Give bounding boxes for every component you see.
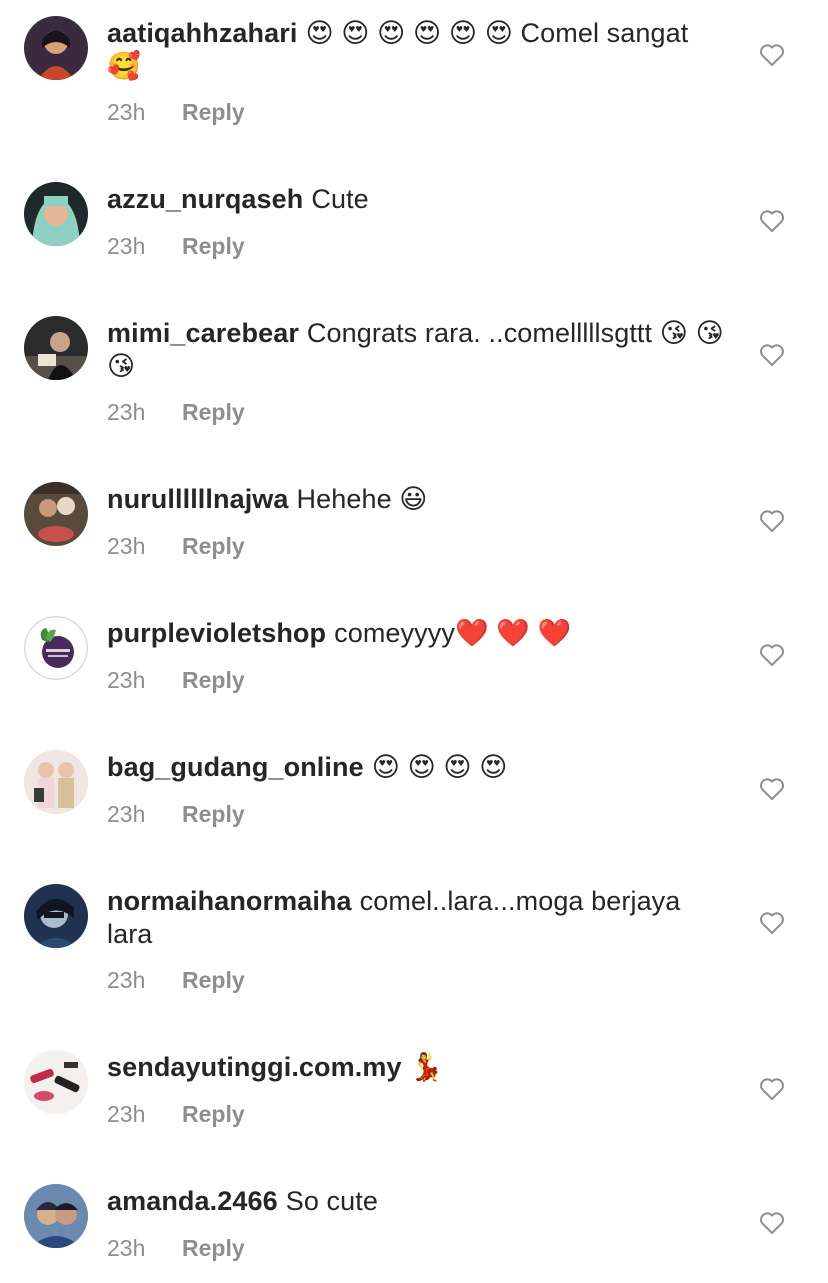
comment-text: comeyyyy❤️ ❤️ ❤️ xyxy=(334,618,572,648)
avatar[interactable] xyxy=(24,616,88,680)
comment-text: 💃 xyxy=(409,1052,444,1082)
comment-body: purplevioletshop comeyyyy❤️ ❤️ ❤️ xyxy=(107,617,727,650)
avatar[interactable] xyxy=(24,884,88,948)
avatar[interactable] xyxy=(24,1050,88,1114)
comment-meta: 23h Reply xyxy=(107,232,245,260)
comment-body: sendayutinggi.com.my 💃 xyxy=(107,1051,727,1084)
comment-meta: 23h Reply xyxy=(107,98,245,126)
comment-username[interactable]: aatiqahhzahari xyxy=(107,18,297,48)
reply-button[interactable]: Reply xyxy=(182,1101,245,1127)
comment-timestamp: 23h xyxy=(107,99,146,125)
comment-text: Cute xyxy=(311,184,369,214)
avatar[interactable] xyxy=(24,482,88,546)
reply-button[interactable]: Reply xyxy=(182,1235,245,1261)
comment-username[interactable]: nurullllllnajwa xyxy=(107,484,289,514)
comment-body: normaihanormaiha comel..lara...moga berja… xyxy=(107,885,727,951)
reply-button[interactable]: Reply xyxy=(182,801,245,827)
comment-body: azzu_nurqaseh Cute xyxy=(107,183,727,216)
reply-button[interactable]: Reply xyxy=(182,99,245,125)
reply-button[interactable]: Reply xyxy=(182,233,245,259)
heart-outline-icon[interactable] xyxy=(759,343,785,367)
heart-outline-icon[interactable] xyxy=(759,209,785,233)
comment-timestamp: 23h xyxy=(107,801,146,827)
comment-username[interactable]: azzu_nurqaseh xyxy=(107,184,303,214)
comment-username[interactable]: normaihanormaiha xyxy=(107,886,352,916)
comment-text: 😍 😍 😍 😍 xyxy=(371,752,508,782)
comment-username[interactable]: sendayutinggi.com.my xyxy=(107,1052,402,1082)
comment-timestamp: 23h xyxy=(107,233,146,259)
heart-outline-icon[interactable] xyxy=(759,1211,785,1235)
comment-body: mimi_carebear Congrats rara. ..comellllls… xyxy=(107,317,727,383)
comment-username[interactable]: mimi_carebear xyxy=(107,318,299,348)
reply-button[interactable]: Reply xyxy=(182,667,245,693)
heart-outline-icon[interactable] xyxy=(759,43,785,67)
comment-meta: 23h Reply xyxy=(107,1234,245,1262)
comment-meta: 23h Reply xyxy=(107,966,245,994)
heart-outline-icon[interactable] xyxy=(759,911,785,935)
comment-username[interactable]: purplevioletshop xyxy=(107,618,326,648)
comment-body: aatiqahhzahari 😍 😍 😍 😍 😍 😍 Comel sangat 🥰 xyxy=(107,17,727,83)
comment-timestamp: 23h xyxy=(107,533,146,559)
avatar[interactable] xyxy=(24,182,88,246)
comment-timestamp: 23h xyxy=(107,967,146,993)
heart-outline-icon[interactable] xyxy=(759,643,785,667)
reply-button[interactable]: Reply xyxy=(182,967,245,993)
comment-body: bag_gudang_online 😍 😍 😍 😍 xyxy=(107,751,727,784)
comment-text: So cute xyxy=(285,1186,378,1216)
heart-outline-icon[interactable] xyxy=(759,1077,785,1101)
comment-timestamp: 23h xyxy=(107,667,146,693)
heart-outline-icon[interactable] xyxy=(759,509,785,533)
avatar[interactable] xyxy=(24,1184,88,1248)
comment-meta: 23h Reply xyxy=(107,532,245,560)
comment-text: Hehehe 😃 xyxy=(296,484,428,514)
comment-timestamp: 23h xyxy=(107,399,146,425)
comment-username[interactable]: bag_gudang_online xyxy=(107,752,364,782)
heart-outline-icon[interactable] xyxy=(759,777,785,801)
avatar[interactable] xyxy=(24,750,88,814)
comment-meta: 23h Reply xyxy=(107,398,245,426)
comment-meta: 23h Reply xyxy=(107,800,245,828)
comment-meta: 23h Reply xyxy=(107,666,245,694)
comment-username[interactable]: amanda.2466 xyxy=(107,1186,278,1216)
reply-button[interactable]: Reply xyxy=(182,399,245,425)
comment-timestamp: 23h xyxy=(107,1235,146,1261)
avatar[interactable] xyxy=(24,16,88,80)
comment-timestamp: 23h xyxy=(107,1101,146,1127)
reply-button[interactable]: Reply xyxy=(182,533,245,559)
avatar[interactable] xyxy=(24,316,88,380)
comment-body: nurullllllnajwa Hehehe 😃 xyxy=(107,483,727,516)
comment-meta: 23h Reply xyxy=(107,1100,245,1128)
comment-body: amanda.2466 So cute xyxy=(107,1185,727,1218)
